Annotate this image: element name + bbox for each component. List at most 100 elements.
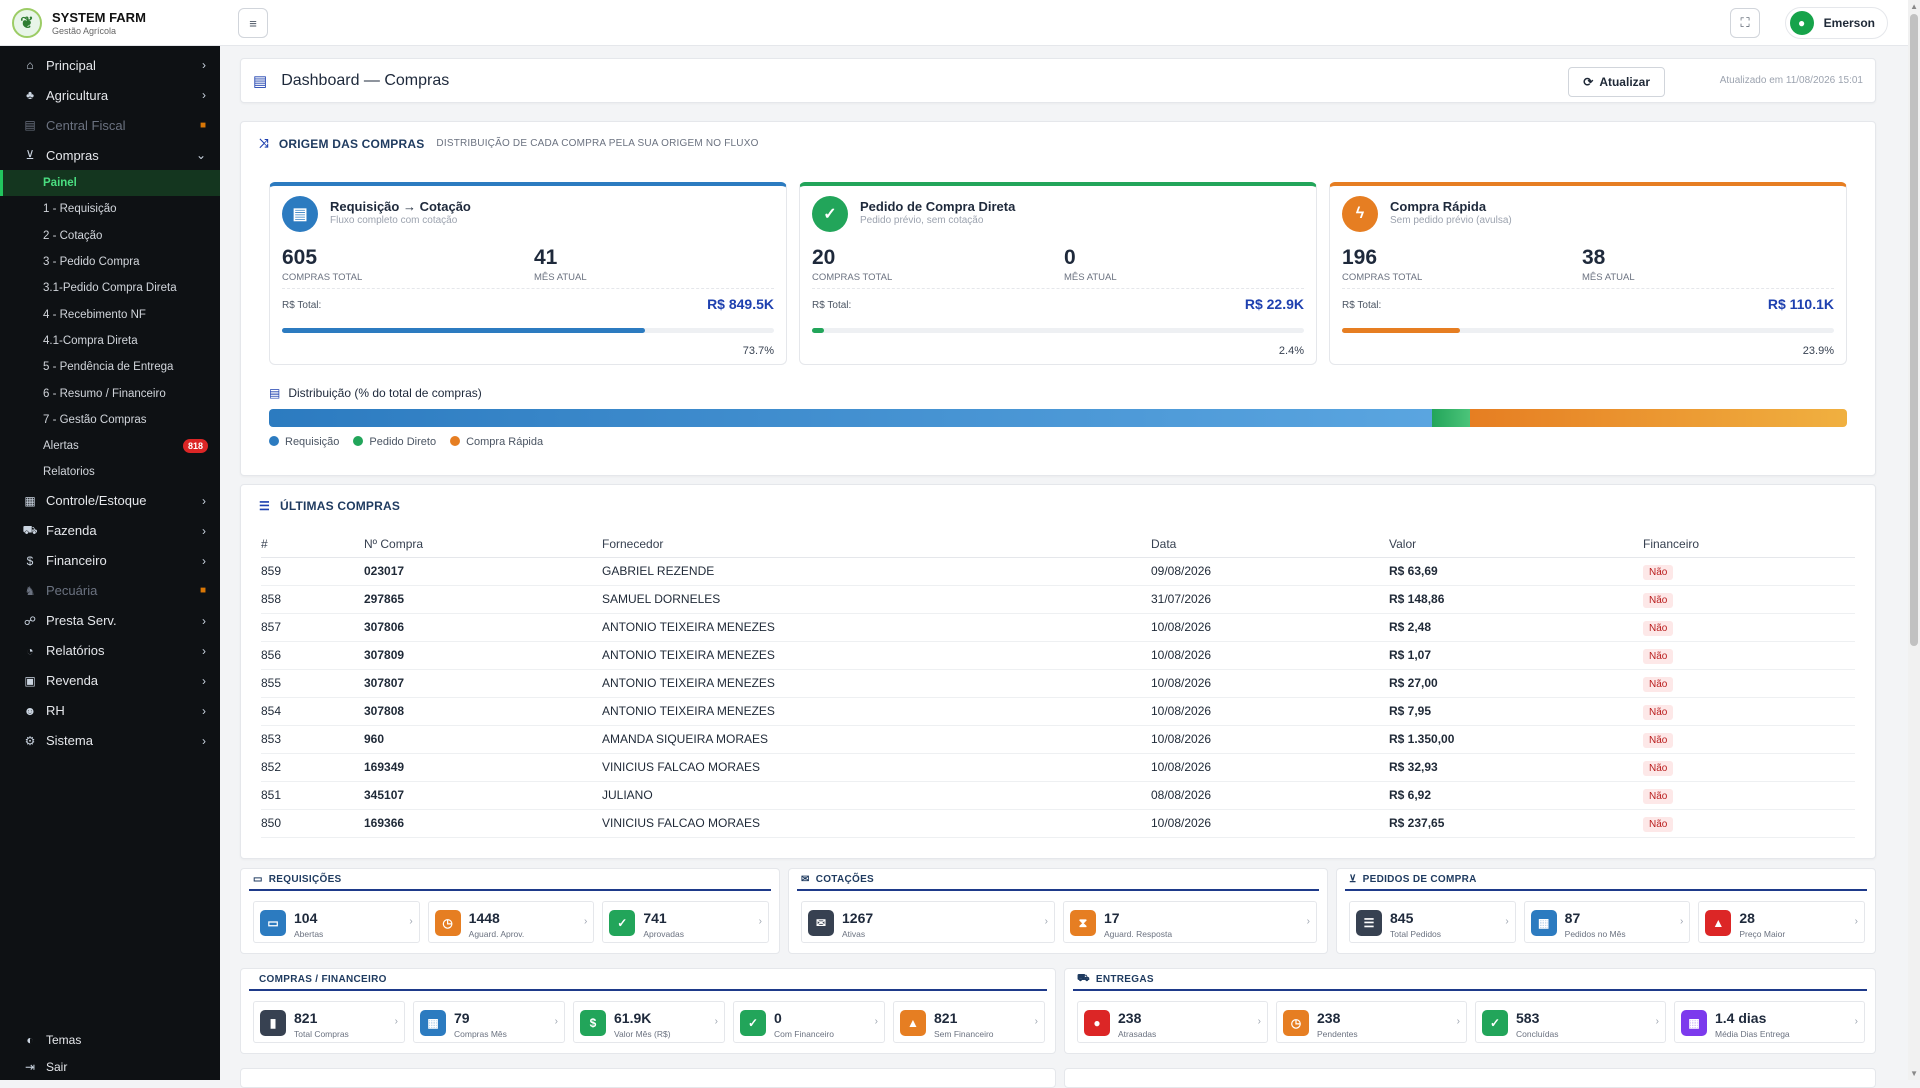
panel-title-text: REQUISIÇÕES	[268, 873, 342, 885]
sidebar-item-principal[interactable]: ⌂ Principal ›	[0, 50, 220, 80]
column-header[interactable]: #	[261, 531, 364, 558]
sidebar-subitem-alertas[interactable]: Alertas 818	[0, 433, 220, 459]
sidebar-subitem-label: 1 - Requisição	[43, 203, 117, 216]
sidebar-item-label: Fazenda	[46, 523, 97, 539]
kpi-card[interactable]: ◷ 238 Pendentes ›	[1276, 1001, 1467, 1043]
sidebar-item-rh[interactable]: ☻ RH ›	[0, 696, 220, 726]
kpi-value: 1448	[468, 910, 500, 926]
purchase-value: R$ 1,07	[1389, 641, 1643, 670]
kpi-card[interactable]: ✓ 741 Aprovadas ›	[602, 901, 769, 943]
fullscreen-button[interactable]: ⛶	[1730, 8, 1760, 38]
page-title: Dashboard — Compras	[281, 71, 450, 89]
table-row[interactable]: 855 307807 ANTONIO TEIXEIRA MENEZES 10/08/2…	[261, 669, 1855, 698]
table-row[interactable]: 857 307806 ANTONIO TEIXEIRA MENEZES 10/08/2…	[261, 613, 1855, 642]
sidebar-item-relatorios[interactable]: ◔ Relatórios ›	[0, 636, 220, 666]
kpi-card[interactable]: ▭ 104 Abertas ›	[253, 901, 420, 943]
kpi-card[interactable]: ✓ 0 Com Financeiro ›	[733, 1001, 885, 1043]
menu-toggle-button[interactable]: ≡	[238, 8, 268, 38]
table-row[interactable]: 853 960 AMANDA SIQUEIRA MORAES 10/08/2026 R$…	[261, 725, 1855, 754]
plant-icon: ♣	[26, 88, 34, 102]
sidebar-subitem-recebimento-nf[interactable]: 4 - Recebimento NF	[0, 301, 220, 327]
scroll-up-icon[interactable]: ▲	[1910, 2, 1918, 11]
sidebar-item-label: Financeiro	[46, 553, 107, 569]
column-header[interactable]: Data	[1151, 531, 1389, 558]
sidebar-subitem-gestao-compras[interactable]: 7 - Gestão Compras	[0, 407, 220, 433]
column-header[interactable]: Fornecedor	[602, 531, 1151, 558]
table-row[interactable]: 856 307809 ANTONIO TEIXEIRA MENEZES 10/08/2…	[261, 641, 1855, 670]
sidebar-item-sistema[interactable]: ⚙ Sistema ›	[0, 726, 220, 756]
scrollbar-thumb[interactable]	[1910, 14, 1918, 646]
sidebar-item-agricultura[interactable]: ♣ Agricultura ›	[0, 80, 220, 110]
kpi-card[interactable]: $61.9K Valor Mês (R$) ›	[573, 1001, 725, 1043]
kpi-card[interactable]: ● 238 Atrasadas ›	[1077, 1001, 1268, 1043]
financial-status: Não	[1643, 781, 1855, 810]
sidebar-item-presta-serv[interactable]: ☍ Presta Serv. ›	[0, 606, 220, 636]
purchase-date: 10/08/2026	[1151, 641, 1389, 670]
table-row[interactable]: 852 169349 VINICIUS FALCAO MORAES 10/08/202…	[261, 753, 1855, 782]
sidebar-subitem-resumo-financeiro[interactable]: 6 - Resumo / Financeiro	[0, 380, 220, 406]
kpi-card[interactable]: ▦ 1.4 dias Média Dias Entrega ›	[1674, 1001, 1865, 1043]
kpi-card[interactable]: ▮ 821 Total Compras ›	[253, 1001, 405, 1043]
origin-card-compra-rapida: ϟ Compra Rápida Sem pedido prévio (avuls…	[1329, 182, 1847, 365]
kpi-card[interactable]: ◷ 1448 Aguard. Aprov. ›	[427, 901, 595, 943]
table-row[interactable]: 858 297865 SAMUEL DORNELES 31/07/2026 R$ 148…	[261, 585, 1855, 614]
purchase-number: 307806	[364, 613, 602, 642]
sidebar-item-central-fiscal[interactable]: ▤ Central Fiscal ■	[0, 110, 220, 140]
legend-item: Requisição	[269, 436, 339, 448]
shuffle-icon: ⤨	[259, 136, 269, 150]
column-header[interactable]: Valor	[1389, 531, 1643, 558]
kpi-card[interactable]: ▲ 821 Sem Financeiro ›	[893, 1001, 1045, 1043]
column-header[interactable]: Financeiro	[1643, 531, 1855, 558]
sidebar-subitem-compra-direta[interactable]: 4.1-Compra Direta	[0, 328, 220, 354]
financial-status-badge: Não	[1643, 705, 1674, 720]
sidebar-item-label: Compras	[46, 147, 99, 163]
supplier-name: ANTONIO TEIXEIRA MENEZES	[602, 613, 1151, 642]
table-row[interactable]: 851 345107 JULIANO 08/08/2026 R$ 6,92 Não	[261, 781, 1855, 810]
table-row[interactable]: 859 023017 GABRIEL REZENDE 09/08/2026 R$ 63,…	[261, 557, 1855, 586]
kpi-card[interactable]: ✉ 1267 Ativas ›	[801, 901, 1055, 943]
brand[interactable]: ❦ SYSTEM FARM Gestão Agrícola	[0, 0, 220, 46]
page-scrollbar[interactable]: ▲ ▼	[1908, 0, 1920, 1080]
kpi-card[interactable]: ⧗ 17 Aguard. Resposta ›	[1063, 901, 1317, 943]
sidebar-subitem-pedido-compra[interactable]: 3 - Pedido Compra	[0, 249, 220, 275]
sidebar-subitem-pedido-compra-direta[interactable]: 3.1-Pedido Compra Direta	[0, 275, 220, 301]
calendar-icon: ▦	[420, 1010, 446, 1036]
sidebar-subitem-requisicao[interactable]: 1 - Requisição	[0, 196, 220, 222]
kpi-card[interactable]: ☰ 845 Total Pedidos ›	[1349, 901, 1516, 943]
panel-title-text: ENTREGAS	[1095, 973, 1154, 985]
sidebar-item-sair[interactable]: ⇥ Sair	[0, 1053, 220, 1080]
purchase-number: 169349	[364, 753, 602, 782]
refresh-button[interactable]: ⟳ Atualizar	[1568, 67, 1665, 97]
sidebar-item-pecuaria[interactable]: ♞ Pecuária ■	[0, 576, 220, 606]
kpi-card[interactable]: ▲ 28 Preço Maior ›	[1698, 901, 1865, 943]
sidebar-item-financeiro[interactable]: $ Financeiro ›	[0, 546, 220, 576]
main-content: ▤ Dashboard — Compras ⟳ Atualizar Atualiz…	[240, 58, 1876, 1088]
sidebar-subitem-relatorios[interactable]: Relatorios	[0, 459, 220, 485]
kpi-card[interactable]: ▦ 79 Compras Mês ›	[413, 1001, 565, 1043]
latest-purchases-table: # Nº Compra Fornecedor Data Valor Financ…	[261, 531, 1855, 838]
column-header[interactable]: Nº Compra	[364, 531, 602, 558]
table-row[interactable]: 854 307808 ANTONIO TEIXEIRA MENEZES 10/08/2…	[261, 697, 1855, 726]
sidebar-item-revenda[interactable]: ▣ Revenda ›	[0, 666, 220, 696]
sidebar-item-label: RH	[46, 703, 65, 719]
sidebar-subitem-cotacao[interactable]: 2 - Cotação	[0, 223, 220, 249]
kpi-card[interactable]: ▦ 87 Pedidos no Mês ›	[1523, 901, 1691, 943]
scroll-down-icon[interactable]: ▼	[1910, 1069, 1918, 1078]
legend-item: Compra Rápida	[450, 436, 543, 448]
sidebar-item-compras[interactable]: ⊻ Compras ⌄	[0, 140, 220, 170]
kpi-card[interactable]: ✓ 583 Concluídas ›	[1475, 1001, 1666, 1043]
envelope-icon: ✉	[808, 910, 834, 936]
sidebar-subitem-painel[interactable]: Painel	[0, 170, 220, 197]
sidebar-subitem-label: 5 - Pendência de Entrega	[43, 361, 174, 374]
sidebar-item-fazenda[interactable]: ⛟ Fazenda ›	[0, 516, 220, 546]
table-row[interactable]: 850 169366 VINICIUS FALCAO MORAES 10/08/202…	[261, 809, 1855, 838]
sidebar-item-temas[interactable]: ◐ Temas	[0, 1026, 220, 1053]
sidebar-item-controle-estoque[interactable]: ▦ Controle/Estoque ›	[0, 486, 220, 516]
sidebar-subitem-pendencia-entrega[interactable]: 5 - Pendência de Entrega	[0, 354, 220, 380]
user-menu[interactable]: ● Emerson	[1784, 7, 1888, 39]
month-label: MÊS ATUAL	[1064, 272, 1117, 283]
origin-card-pedido-direta: ✓ Pedido de Compra Direta Pedido prévio,…	[799, 182, 1317, 365]
kpi-value: 845	[1390, 910, 1414, 926]
sidebar-subitem-label: 6 - Resumo / Financeiro	[43, 387, 166, 400]
panel-title: ▭ REQUISIÇÕES	[249, 869, 771, 891]
